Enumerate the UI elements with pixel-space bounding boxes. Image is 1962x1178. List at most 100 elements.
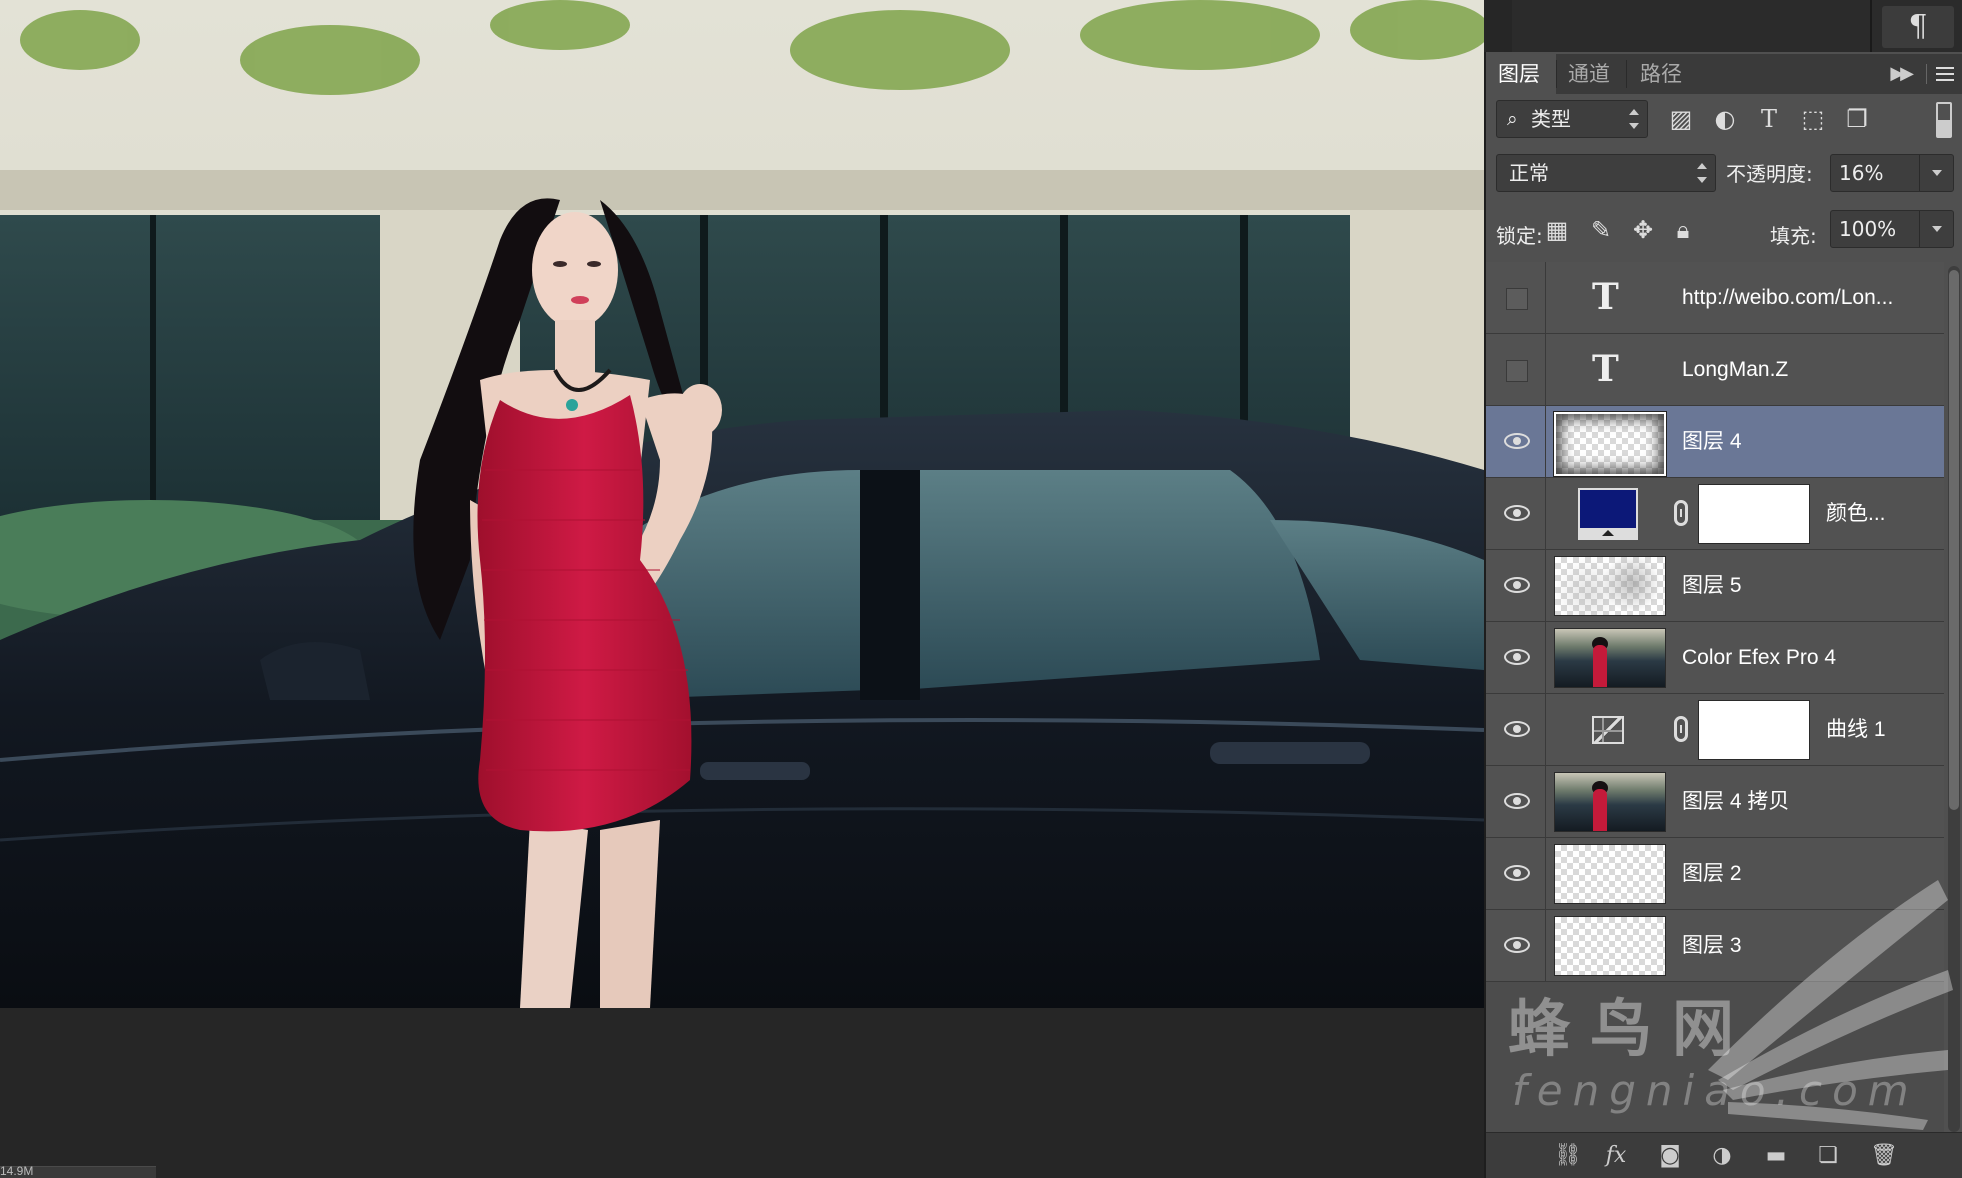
layer-name: 图层 5 [1682, 574, 1742, 597]
tab-label: 图层 [1498, 62, 1540, 86]
search-icon: ⌕ [1507, 108, 1518, 130]
visibility-toggle[interactable] [1486, 694, 1546, 765]
layer-list-scrollbar[interactable] [1948, 266, 1960, 1132]
lock-label: 锁定: [1496, 224, 1543, 248]
fill-value: 100% [1839, 217, 1897, 241]
layer-row[interactable]: Color Efex Pro 4 [1486, 622, 1944, 694]
eye-icon [1504, 649, 1530, 665]
layer-name: 图层 3 [1682, 934, 1742, 957]
color-fill-thumbnail[interactable] [1578, 488, 1638, 540]
divider [1870, 0, 1872, 52]
layer-row[interactable]: 图层 5 [1486, 550, 1944, 622]
image-filter-icon[interactable]: ▨ [1664, 104, 1698, 134]
visibility-toggle[interactable] [1486, 838, 1546, 909]
fx-icon[interactable]: fx [1598, 1141, 1634, 1171]
layer-list: T http://weibo.com/Lon... T LongMan.Z 图层… [1486, 262, 1944, 1132]
lock-image-icon[interactable]: ✎ [1584, 212, 1618, 248]
hidden-box-icon [1506, 360, 1528, 382]
fill-label: 填充: [1770, 224, 1817, 248]
blend-mode-select[interactable]: 正常 [1496, 154, 1716, 192]
visibility-toggle[interactable] [1486, 334, 1546, 405]
opacity-value: 16% [1839, 161, 1884, 185]
paragraph-panel-button[interactable]: ¶ [1882, 6, 1954, 48]
chain-link-icon[interactable] [1674, 716, 1688, 742]
eye-icon [1504, 721, 1530, 737]
visibility-toggle[interactable] [1486, 262, 1546, 333]
layer-thumbnail [1554, 628, 1666, 688]
layer-row[interactable]: T http://weibo.com/Lon... [1486, 262, 1944, 334]
tab-channels[interactable]: 通道 [1556, 54, 1626, 94]
photo-canvas[interactable] [0, 0, 1484, 1008]
type-filter-icon[interactable]: T [1752, 104, 1786, 134]
eye-icon [1504, 865, 1530, 881]
layer-row[interactable]: T LongMan.Z [1486, 334, 1944, 406]
opacity-label: 不透明度: [1726, 162, 1813, 186]
layers-panel: 图层 通道 路径 ▶▶ ⌕ 类型 ▨ ◐ T ⬚ ❐ 正常 不透明度: 16% … [1484, 52, 1962, 1178]
layer-thumbnail [1554, 772, 1666, 832]
eye-icon [1504, 505, 1530, 521]
layer-row[interactable]: 图层 4 拷贝 [1486, 766, 1944, 838]
hidden-box-icon [1506, 288, 1528, 310]
layer-mask-thumbnail[interactable] [1698, 700, 1810, 760]
adjustment-filter-icon[interactable]: ◐ [1708, 104, 1742, 134]
lock-all-icon[interactable]: 🔒︎ [1666, 212, 1700, 248]
tab-paths[interactable]: 路径 [1628, 54, 1698, 94]
visibility-toggle[interactable] [1486, 478, 1546, 549]
eye-icon [1504, 793, 1530, 809]
layer-filter-select[interactable]: ⌕ 类型 [1496, 100, 1648, 138]
visibility-toggle[interactable] [1486, 622, 1546, 693]
layers-panel-footer: ⛓ fx ◙ ◑ ▬ ❏ 🗑︎ [1486, 1132, 1962, 1178]
layer-name: LongMan.Z [1682, 358, 1789, 381]
visibility-toggle[interactable] [1486, 406, 1546, 477]
updown-arrows-icon [1697, 163, 1707, 183]
layer-mask-thumbnail[interactable] [1698, 484, 1810, 544]
new-layer-icon[interactable]: ❏ [1810, 1141, 1846, 1171]
panel-menu-icon[interactable] [1926, 64, 1956, 84]
adjustment-layer-icon[interactable]: ◑ [1704, 1141, 1740, 1171]
fill-input[interactable]: 100% [1830, 210, 1954, 248]
visibility-toggle[interactable] [1486, 550, 1546, 621]
visibility-toggle[interactable] [1486, 910, 1546, 981]
smart-object-filter-icon[interactable]: ❐ [1840, 104, 1874, 134]
layer-thumbnail [1554, 916, 1666, 976]
layer-name: 颜色... [1826, 502, 1886, 525]
divider [1626, 60, 1627, 88]
layer-name: 图层 4 [1682, 430, 1742, 453]
lock-position-icon[interactable]: ✥ [1626, 212, 1660, 248]
group-folder-icon[interactable]: ▬ [1758, 1141, 1794, 1171]
layer-name: 图层 2 [1682, 862, 1742, 885]
chevron-down-icon[interactable] [1919, 211, 1953, 247]
chain-link-icon[interactable] [1674, 500, 1688, 526]
layer-row[interactable]: 曲线 1 [1486, 694, 1944, 766]
add-mask-icon[interactable]: ◙ [1652, 1141, 1688, 1171]
opacity-input[interactable]: 16% [1830, 154, 1954, 192]
document-size-readout: 14.9M [0, 1164, 34, 1178]
tab-layers[interactable]: 图层 [1486, 54, 1556, 94]
layer-row[interactable]: 图层 2 [1486, 838, 1944, 910]
panel-tab-bar: 图层 通道 路径 ▶▶ [1486, 54, 1962, 94]
updown-arrows-icon [1629, 109, 1639, 129]
chevron-down-icon[interactable] [1919, 155, 1953, 191]
layer-thumbnail [1554, 844, 1666, 904]
layer-name: http://weibo.com/Lon... [1682, 286, 1894, 309]
link-layers-icon[interactable]: ⛓ [1550, 1141, 1586, 1171]
layer-row-selected[interactable]: 图层 4 [1486, 406, 1944, 478]
tab-label: 路径 [1640, 62, 1682, 86]
layer-name: Color Efex Pro 4 [1682, 646, 1837, 669]
eye-icon [1504, 937, 1530, 953]
scrollbar-thumb[interactable] [1949, 270, 1959, 810]
layer-thumbnail [1553, 411, 1667, 477]
layer-name: 曲线 1 [1826, 718, 1886, 741]
filter-toggle-switch[interactable] [1936, 102, 1952, 138]
layer-row[interactable]: 图层 3 [1486, 910, 1944, 982]
layer-row[interactable]: 颜色... [1486, 478, 1944, 550]
visibility-toggle[interactable] [1486, 766, 1546, 837]
collapse-icon[interactable]: ▶▶ [1890, 63, 1914, 84]
trash-icon[interactable]: 🗑︎ [1866, 1141, 1902, 1171]
curves-adjustment-icon[interactable] [1592, 716, 1624, 744]
shape-filter-icon[interactable]: ⬚ [1796, 104, 1830, 134]
lock-transparent-icon[interactable]: ▦ [1540, 212, 1574, 248]
document-canvas[interactable]: 14.9M [0, 0, 1484, 1178]
filter-select-label: 类型 [1531, 107, 1571, 131]
blend-mode-value: 正常 [1509, 161, 1549, 185]
